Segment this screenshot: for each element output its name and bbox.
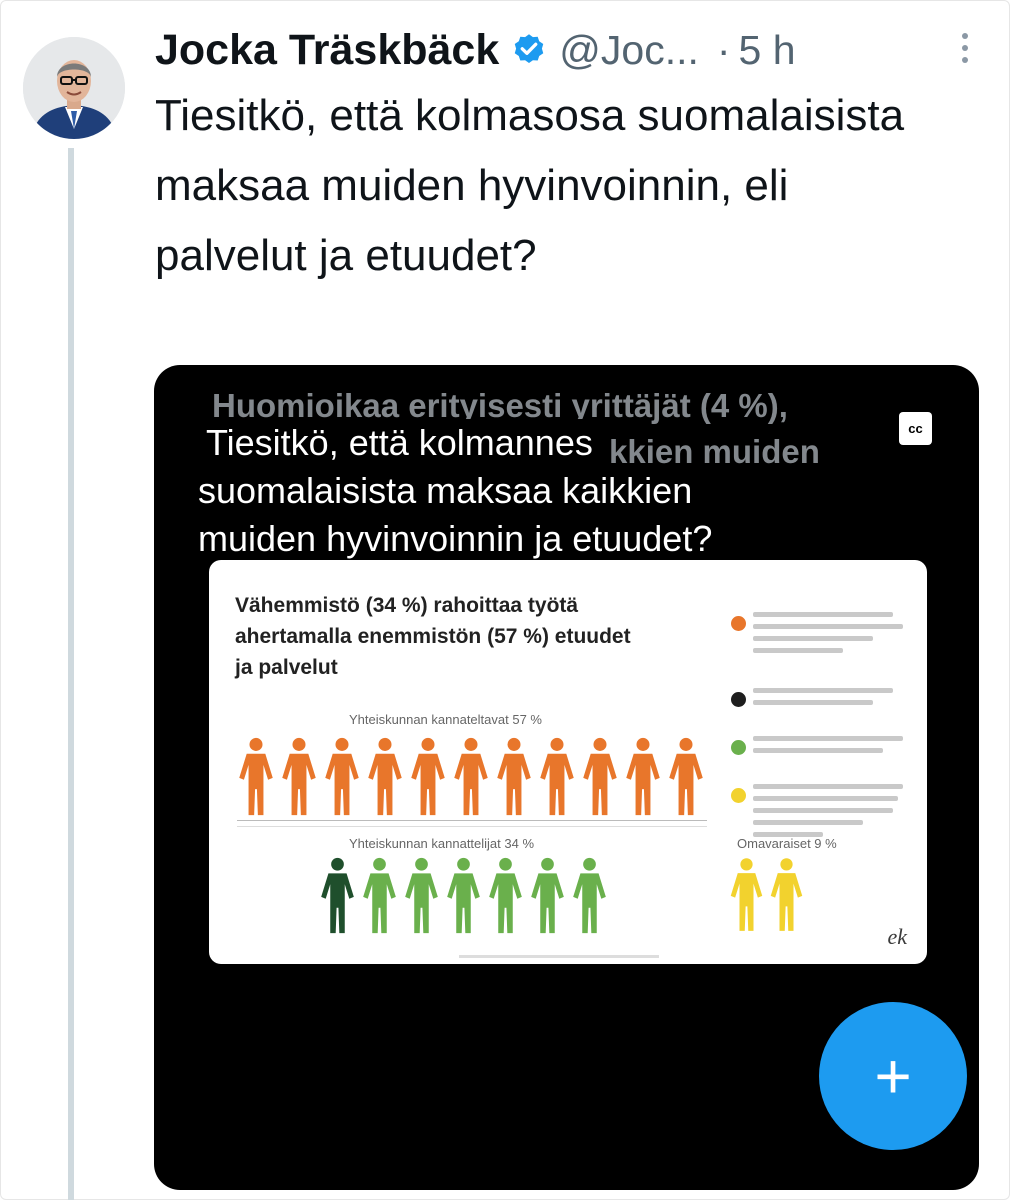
person-figure-orange [669,737,703,816]
person-figure-green [447,857,480,934]
figures-orange-row [237,737,710,822]
person-figure-orange [583,737,617,816]
person-figure-orange [368,737,402,816]
legend-item-black [731,688,911,718]
caption-line-1: Tiesitkö, että kolmannes [192,419,599,467]
infographic-legend [731,612,911,860]
caption-line-3: muiden hyvinvoinnin ja etuudet? [192,515,719,563]
compose-plus-icon: + [874,1040,912,1112]
label-supported-group: Yhteiskunnan kannateltavat 57 % [349,712,542,727]
infographic-frame: Vähemmistö (34 %) rahoittaa työtä aherta… [209,560,927,964]
more-options-icon[interactable] [955,33,975,69]
figures-green-row [319,857,613,940]
ek-logo: ek [887,924,907,949]
person-figure-green [363,857,396,934]
person-figure-yellow [770,858,803,931]
person-figure-orange [411,737,445,816]
infographic-title: Vähemmistö (34 %) rahoittaa työtä aherta… [235,594,631,679]
compose-button[interactable]: + [819,1002,967,1150]
tweet-screen: Jocka Träskbäck @Joc... · 5 h Tiesitkö, … [0,0,1010,1200]
person-figure-dark-green [321,857,354,934]
person-figure-orange [497,737,531,816]
person-figure-green [489,857,522,934]
figures-yellow-row [729,857,809,938]
person-figure-orange [239,737,273,816]
tweet-header: Jocka Träskbäck @Joc... · 5 h [155,23,975,77]
caption-line-2: suomalaisista maksaa kaikkien [192,467,699,515]
legend-item-orange [731,612,911,670]
closed-captions-button[interactable]: cc [899,412,932,445]
legend-item-yellow [731,784,911,842]
avatar[interactable] [23,37,125,139]
person-figure-orange [282,737,316,816]
thread-connector-line [68,148,74,1200]
author-handle[interactable]: @Joc... [559,27,699,74]
divider-line [237,820,707,821]
person-figure-green [573,857,606,934]
person-figure-orange [626,737,660,816]
footnote-line [459,955,659,958]
video-caption: Tiesitkö, että kolmannes suomalaisista m… [192,419,719,563]
divider-line-2 [237,826,707,827]
verified-badge-icon [515,34,544,64]
author-display-name[interactable]: Jocka Träskbäck [155,26,499,75]
tweet-text: Tiesitkö, että kolmasosa suomalaisista m… [155,91,905,280]
legend-item-green [731,736,911,766]
person-figure-orange [540,737,574,816]
label-supporters-group: Yhteiskunnan kannattelijat 34 % [349,836,535,851]
person-figure-orange [325,737,359,816]
tweet-timestamp[interactable]: 5 h [739,27,796,74]
person-figure-orange [454,737,488,816]
label-self-sufficient-group: Omavaraiset 9 % [737,836,837,851]
person-figure-green [531,857,564,934]
person-figure-yellow [730,858,763,931]
person-figure-green [405,857,438,934]
header-separator: · [716,26,731,73]
